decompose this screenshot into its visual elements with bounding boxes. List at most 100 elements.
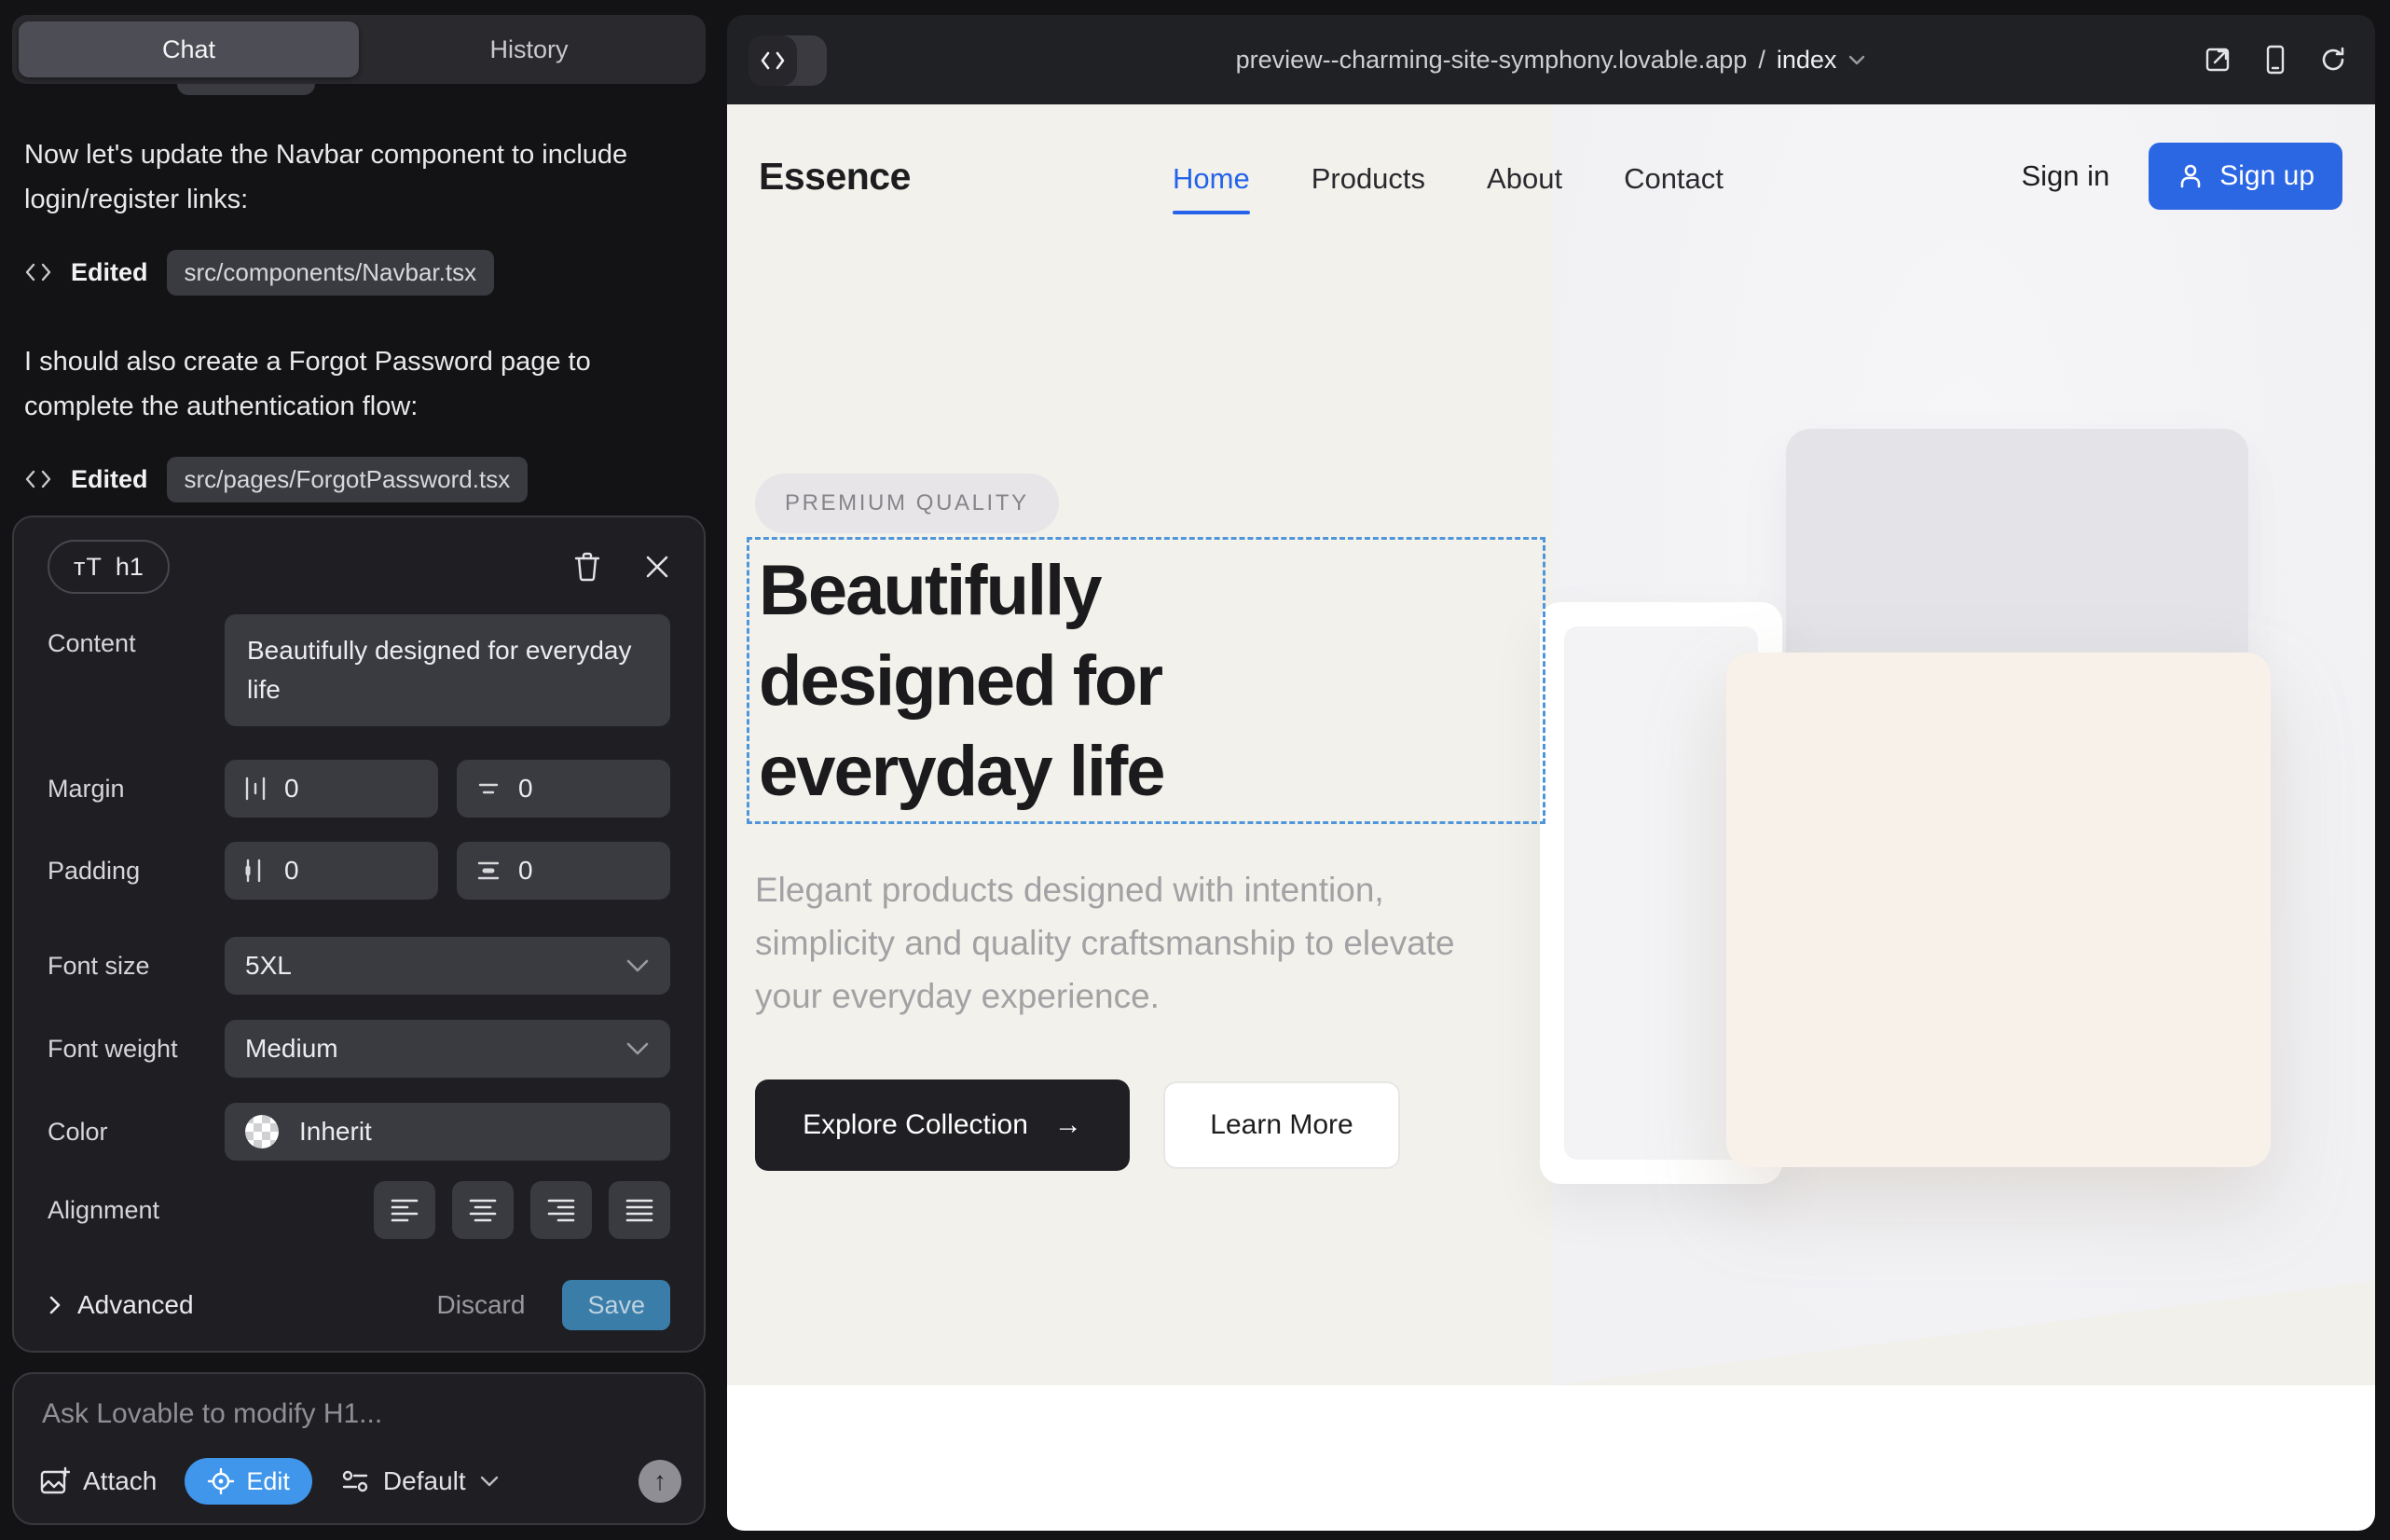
margin-y-value: 0 [518,774,533,804]
nav-links: Home Products About Contact [1173,162,1724,214]
chat-message-list: Now let's update the Navbar component to… [24,132,694,546]
close-icon[interactable] [644,554,670,580]
align-left-button[interactable] [374,1181,435,1239]
nav-link-about[interactable]: About [1487,162,1562,214]
align-justify-button[interactable] [609,1181,670,1239]
chat-message: I should also create a Forgot Password p… [24,339,694,429]
color-value: Inherit [299,1117,372,1147]
padding-x-input[interactable]: 0 [225,842,438,900]
padding-vertical-icon [475,859,501,883]
align-left-icon [390,1197,419,1223]
explore-collection-label: Explore Collection [803,1109,1028,1141]
chat-composer: Ask Lovable to modify H1... Attach Edit … [12,1372,706,1525]
sign-in-link[interactable]: Sign in [2021,159,2109,193]
margin-field-label: Margin [48,775,225,804]
edited-label: Edited [71,465,148,494]
hero-section: Essence Home Products About Contact Sign… [727,104,2375,1385]
nav-link-contact[interactable]: Contact [1624,162,1724,214]
sign-up-button[interactable]: Sign up [2149,143,2342,210]
open-external-icon[interactable] [2204,46,2232,74]
site-logo: Essence [759,155,911,199]
selected-element-outline: Beautifully designed for everyday life [747,537,1545,824]
edited-file-row: Edited src/pages/ForgotPassword.tsx [24,455,694,503]
crosshair-icon [207,1467,235,1495]
margin-x-input[interactable]: 0 [225,760,438,818]
send-button[interactable]: ↑ [639,1460,681,1503]
browser-toolbar: preview--charming-site-symphony.lovable.… [727,15,2375,104]
default-label: Default [383,1466,466,1496]
sliders-icon [340,1467,370,1495]
url-bar[interactable]: preview--charming-site-symphony.lovable.… [727,15,2375,104]
font-weight-field-label: Font weight [48,1035,225,1064]
padding-horizontal-icon [243,858,268,884]
url-host: preview--charming-site-symphony.lovable.… [1236,46,1748,75]
nav-link-home[interactable]: Home [1173,162,1250,214]
delete-element-icon[interactable] [573,552,601,582]
composer-input[interactable]: Ask Lovable to modify H1... [42,1398,382,1430]
edited-label: Edited [71,258,148,287]
refresh-icon[interactable] [2319,46,2347,74]
chevron-down-icon [1847,54,1866,66]
save-button[interactable]: Save [562,1280,670,1330]
typography-icon: тT [74,553,103,582]
padding-x-value: 0 [284,856,299,886]
font-size-select[interactable]: 5XL [225,937,670,995]
color-swatch-icon [245,1115,279,1148]
align-right-icon [546,1197,576,1223]
edited-file-chip[interactable]: src/components/Navbar.tsx [167,250,495,296]
chevron-down-icon [625,958,650,973]
attach-label: Attach [83,1466,157,1496]
element-tag-label: h1 [116,553,144,582]
edited-file-row: Edited src/components/Navbar.tsx [24,248,694,296]
align-justify-icon [625,1197,654,1223]
edit-mode-button[interactable]: Edit [185,1458,312,1505]
mobile-view-icon[interactable] [2265,45,2286,75]
url-path: index [1777,46,1837,75]
element-editor-panel: тT h1 Content Beautifully designed for e… [12,516,706,1353]
selected-element-tag: тT h1 [48,540,170,594]
nav-link-products[interactable]: Products [1312,162,1425,214]
align-center-icon [468,1197,498,1223]
attach-button[interactable]: Attach [38,1465,157,1497]
margin-horizontal-icon [243,776,268,802]
padding-y-value: 0 [518,856,533,886]
alignment-field-label: Alignment [48,1196,225,1225]
font-weight-value: Medium [245,1034,338,1064]
model-default-select[interactable]: Default [340,1466,500,1496]
align-right-button[interactable] [530,1181,592,1239]
arrow-right-icon: → [1054,1109,1082,1141]
person-icon [2177,162,2205,190]
tab-chat[interactable]: Chat [19,21,359,77]
padding-y-input[interactable]: 0 [457,842,670,900]
hero-heading: Beautifully designed for everyday life [759,545,1164,817]
content-input[interactable]: Beautifully designed for everyday life [225,614,670,726]
product-image-placeholder-beige [1726,653,2271,1167]
tab-history[interactable]: History [359,21,699,77]
advanced-label: Advanced [77,1290,194,1320]
sign-up-label: Sign up [2219,160,2314,192]
discard-button[interactable]: Discard [437,1290,526,1320]
chevron-down-icon [625,1041,650,1056]
chevron-right-icon [48,1294,62,1316]
chat-message: Now let's update the Navbar component to… [24,132,694,222]
chat-history-tabbar: Chat History [12,15,706,84]
code-icon [24,260,52,284]
color-field-label: Color [48,1118,225,1147]
explore-collection-button[interactable]: Explore Collection → [755,1079,1130,1171]
edit-label: Edit [246,1467,290,1496]
margin-vertical-icon [475,777,501,801]
site-navbar: Essence Home Products About Contact Sign… [727,104,2375,244]
url-separator: / [1758,46,1765,75]
font-weight-select[interactable]: Medium [225,1020,670,1078]
advanced-toggle[interactable]: Advanced [48,1290,194,1320]
content-field-label: Content [48,614,225,658]
premium-quality-badge: PREMIUM QUALITY [755,474,1059,533]
padding-field-label: Padding [48,857,225,886]
edited-file-chip[interactable]: src/pages/ForgotPassword.tsx [167,457,529,502]
color-select[interactable]: Inherit [225,1103,670,1161]
margin-y-input[interactable]: 0 [457,760,670,818]
align-center-button[interactable] [452,1181,514,1239]
learn-more-button[interactable]: Learn More [1163,1081,1400,1169]
font-size-value: 5XL [245,951,292,981]
font-size-field-label: Font size [48,952,225,981]
